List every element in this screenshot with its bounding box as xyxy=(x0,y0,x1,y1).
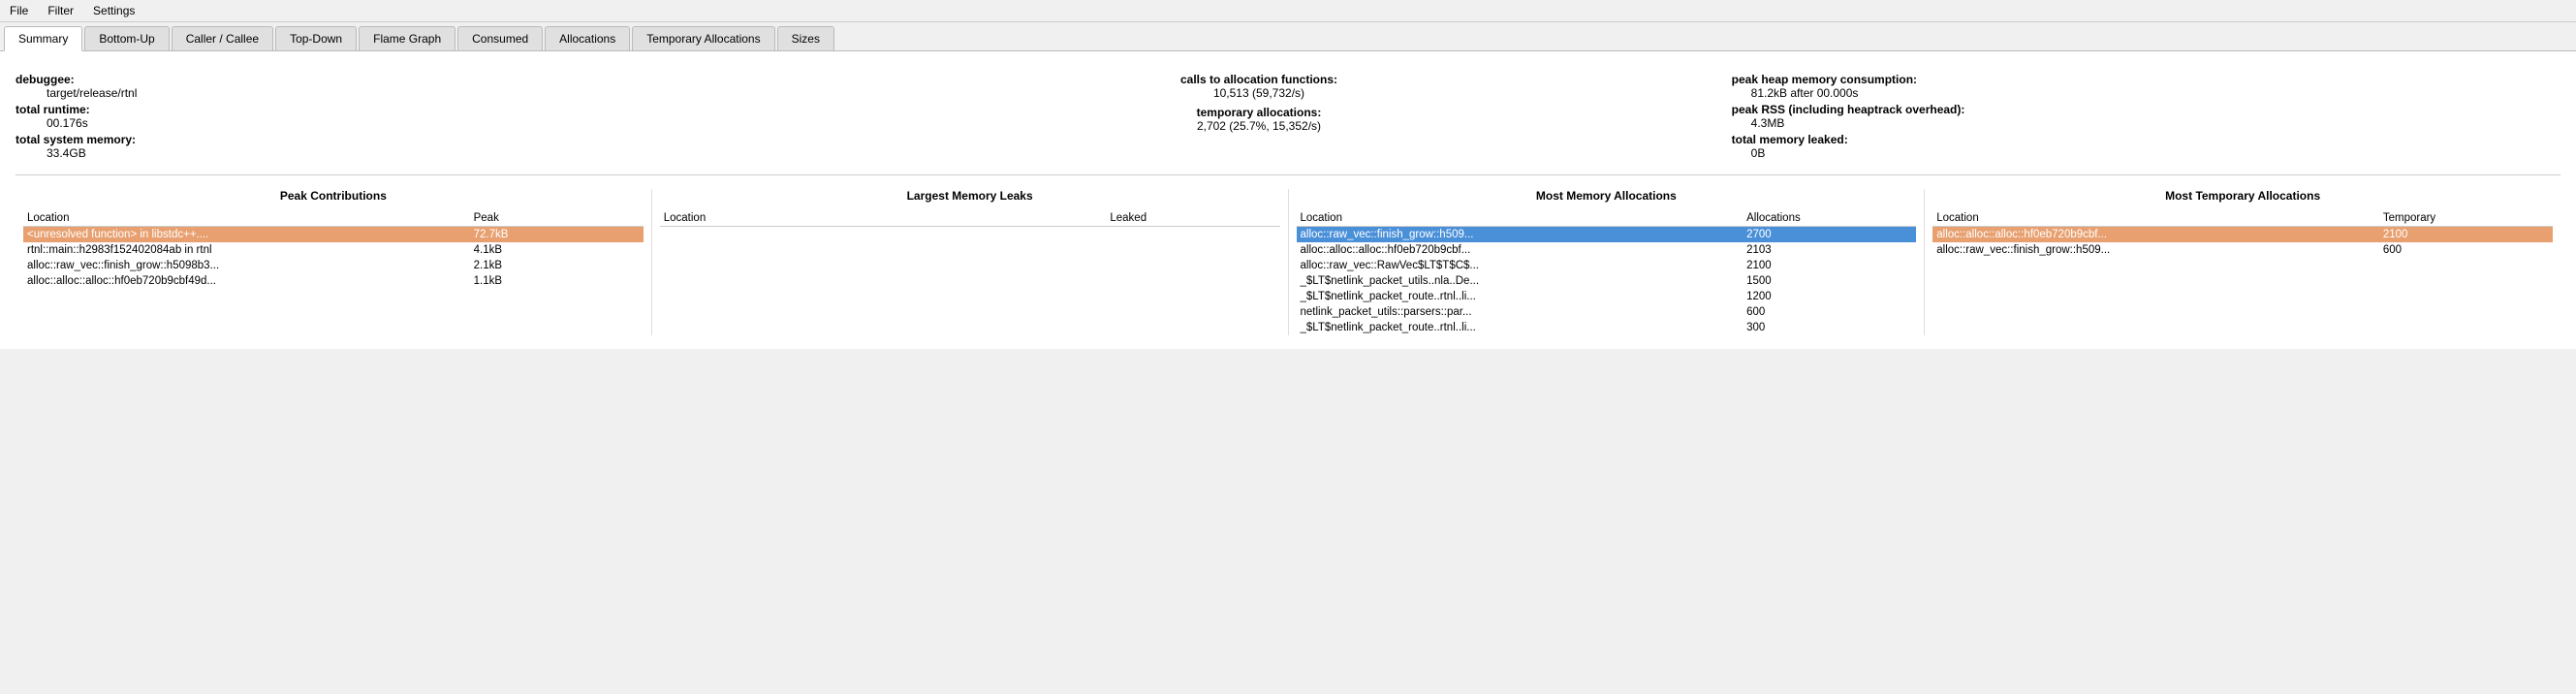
tab-bottom-up[interactable]: Bottom-Up xyxy=(84,26,169,50)
table-row[interactable]: alloc::alloc::alloc::hf0eb720b9cbf... xyxy=(1932,227,2379,243)
menu-file[interactable]: File xyxy=(6,2,32,19)
allocs-col-location: Location xyxy=(1297,210,1744,227)
calls-value: 10,513 (59,732/s) xyxy=(1213,86,1304,100)
largest-leaks-table: Location Leaked xyxy=(660,210,1280,227)
most-temporary-table: Location Temporary alloc::alloc::alloc::… xyxy=(1932,210,2553,258)
table-row[interactable]: <unresolved function> in libstdc++.... xyxy=(23,227,470,243)
tab-consumed[interactable]: Consumed xyxy=(457,26,543,50)
leaks-col-leaked: Leaked xyxy=(1106,210,1279,227)
runtime-label: total runtime: xyxy=(16,103,90,116)
peak-heap-label: peak heap memory consumption: xyxy=(1732,73,1917,86)
system-memory-label: total system memory: xyxy=(16,133,136,146)
total-leaked-label: total memory leaked: xyxy=(1732,133,1848,146)
table-row[interactable]: _$LT$netlink_packet_utils..nla..De... xyxy=(1297,273,1744,289)
debuggee-value: target/release/rtnl xyxy=(16,86,137,100)
menu-filter[interactable]: Filter xyxy=(44,2,78,19)
tab-flame-graph[interactable]: Flame Graph xyxy=(359,26,456,50)
peak-contributions-panel: Peak Contributions Location Peak <unreso… xyxy=(16,189,652,335)
total-leaked-value: 0B xyxy=(1732,146,1766,160)
most-allocations-panel: Most Memory Allocations Location Allocat… xyxy=(1289,189,1926,335)
largest-leaks-title: Largest Memory Leaks xyxy=(660,189,1280,203)
most-allocations-title: Most Memory Allocations xyxy=(1297,189,1917,203)
info-col-right: peak heap memory consumption: 81.2kB aft… xyxy=(1674,73,2560,163)
table-row[interactable]: alloc::alloc::alloc::hf0eb720b9cbf... xyxy=(1297,242,1744,258)
peak-col-peak: Peak xyxy=(470,210,644,227)
temp-alloc-value: 2,702 (25.7%, 15,352/s) xyxy=(1197,119,1321,133)
temp-alloc-label: temporary allocations: xyxy=(1197,106,1322,119)
debuggee-label: debuggee: xyxy=(16,73,75,86)
peak-contributions-table: Location Peak <unresolved function> in l… xyxy=(23,210,644,289)
allocs-col-allocs: Allocations xyxy=(1743,210,1916,227)
tab-allocations[interactable]: Allocations xyxy=(545,26,630,50)
tab-bar: Summary Bottom-Up Caller / Callee Top-Do… xyxy=(0,22,2576,51)
tab-caller-callee[interactable]: Caller / Callee xyxy=(172,26,273,50)
temp-col-temporary: Temporary xyxy=(2379,210,2553,227)
leaks-col-location: Location xyxy=(660,210,1107,227)
menubar: File Filter Settings xyxy=(0,0,2576,22)
peak-contributions-title: Peak Contributions xyxy=(23,189,644,203)
peak-col-location: Location xyxy=(23,210,470,227)
table-row[interactable]: _$LT$netlink_packet_route..rtnl..li... xyxy=(1297,289,1744,304)
largest-leaks-panel: Largest Memory Leaks Location Leaked xyxy=(652,189,1289,335)
info-section: debuggee: target/release/rtnl total runt… xyxy=(16,65,2560,175)
tab-temporary-allocations[interactable]: Temporary Allocations xyxy=(632,26,774,50)
table-row[interactable]: netlink_packet_utils::parsers::par... xyxy=(1297,304,1744,320)
table-row[interactable]: alloc::raw_vec::finish_grow::h5098b3... xyxy=(23,258,470,273)
tab-sizes[interactable]: Sizes xyxy=(777,26,834,50)
most-temporary-panel: Most Temporary Allocations Location Temp… xyxy=(1925,189,2560,335)
table-row[interactable]: rtnl::main::h2983f152402084ab in rtnl xyxy=(23,242,470,258)
tab-summary[interactable]: Summary xyxy=(4,26,82,51)
table-row[interactable]: alloc::raw_vec::finish_grow::h509... xyxy=(1932,242,2379,258)
charts-section: Peak Contributions Location Peak <unreso… xyxy=(16,175,2560,335)
table-row[interactable]: _$LT$netlink_packet_route..rtnl..li... xyxy=(1297,320,1744,335)
most-allocations-table: Location Allocations alloc::raw_vec::fin… xyxy=(1297,210,1917,335)
peak-rss-value: 4.3MB xyxy=(1732,116,1785,130)
temp-col-location: Location xyxy=(1932,210,2379,227)
info-col-left: debuggee: target/release/rtnl total runt… xyxy=(16,73,844,163)
table-row[interactable]: alloc::alloc::alloc::hf0eb720b9cbf49d... xyxy=(23,273,470,289)
tab-top-down[interactable]: Top-Down xyxy=(275,26,357,50)
info-col-center: calls to allocation functions: 10,513 (5… xyxy=(844,73,1673,163)
main-content: debuggee: target/release/rtnl total runt… xyxy=(0,51,2576,349)
calls-label: calls to allocation functions: xyxy=(1180,73,1337,86)
menu-settings[interactable]: Settings xyxy=(89,2,139,19)
table-row[interactable]: alloc::raw_vec::finish_grow::h509... xyxy=(1297,227,1744,243)
system-memory-value: 33.4GB xyxy=(16,146,86,160)
peak-heap-value: 81.2kB after 00.000s xyxy=(1732,86,1859,100)
most-temporary-title: Most Temporary Allocations xyxy=(1932,189,2553,203)
table-row[interactable]: alloc::raw_vec::RawVec$LT$T$C$... xyxy=(1297,258,1744,273)
runtime-value: 00.176s xyxy=(16,116,88,130)
peak-rss-label: peak RSS (including heaptrack overhead): xyxy=(1732,103,1965,116)
